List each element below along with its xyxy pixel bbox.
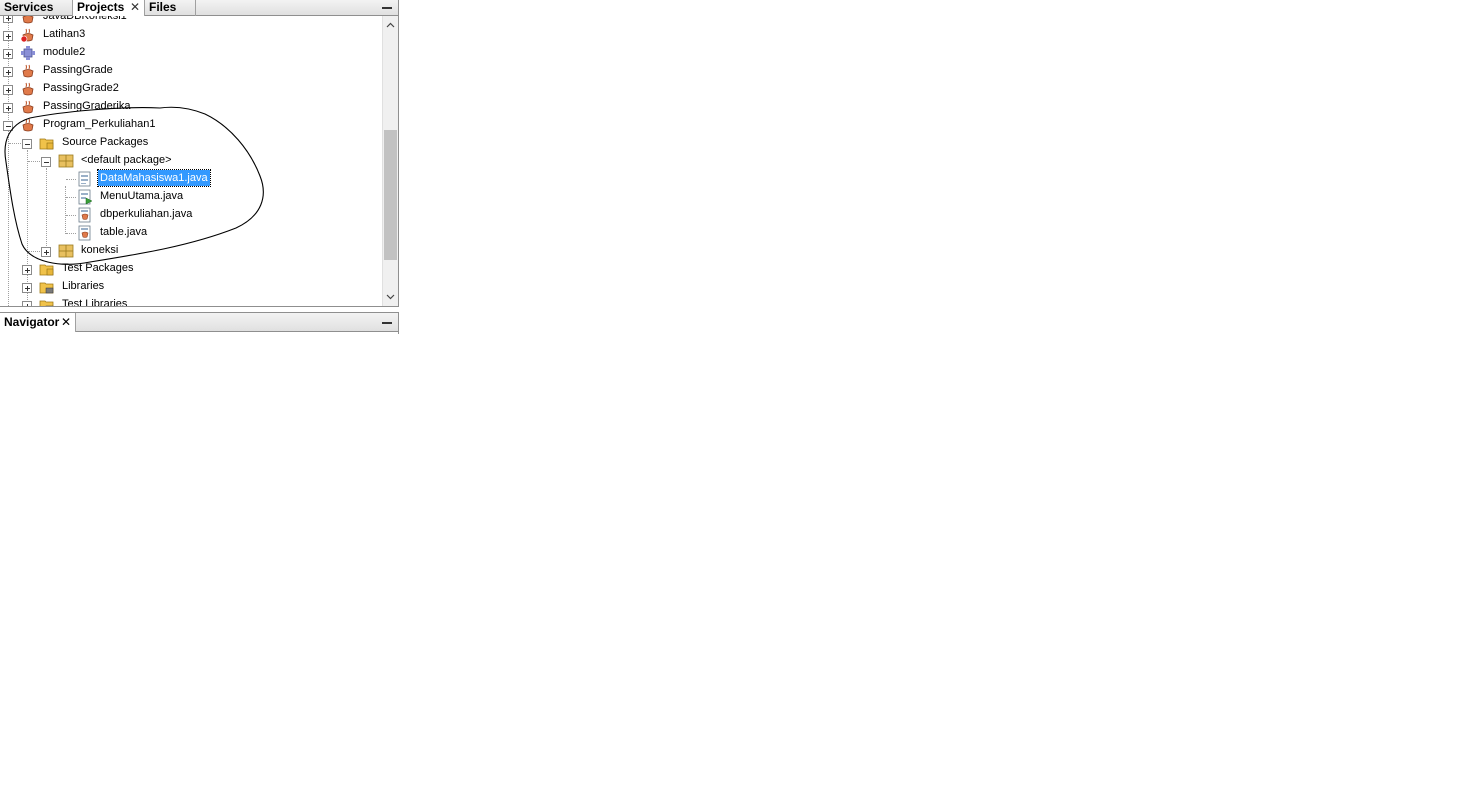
tree-item-label: table.java xyxy=(100,226,148,238)
tree-connector xyxy=(66,179,76,180)
source-folder-icon xyxy=(39,138,54,150)
tree-connector xyxy=(8,16,9,306)
collapse-icon[interactable] xyxy=(22,139,32,149)
tree-item-label: MenuUtama.java xyxy=(100,190,184,202)
package-icon xyxy=(58,244,74,258)
close-icon[interactable]: ✕ xyxy=(130,0,140,15)
scrollbar-thumb[interactable] xyxy=(384,130,397,260)
java-class-icon xyxy=(78,207,91,223)
minimize-icon[interactable] xyxy=(382,318,392,326)
java-form-icon xyxy=(78,171,91,187)
expand-icon[interactable] xyxy=(22,301,32,306)
collapse-icon[interactable] xyxy=(3,121,13,131)
tab-files-label: Files xyxy=(149,0,177,14)
tree-item-label: Libraries xyxy=(62,280,105,292)
java-project-icon xyxy=(22,118,34,132)
minimize-icon[interactable] xyxy=(382,3,392,11)
libraries-icon xyxy=(39,282,54,294)
test-folder-icon xyxy=(39,264,54,276)
expand-icon[interactable] xyxy=(3,67,13,77)
tree-item-label: Test Libraries xyxy=(62,298,128,306)
java-project-icon xyxy=(22,100,34,114)
project-tree: JavaDBKoneksi1 Latihan3 module2 PassingG… xyxy=(0,16,381,306)
tree-item-label: PassingGrade xyxy=(43,64,113,76)
tree-connector xyxy=(65,186,66,234)
module-icon xyxy=(21,46,35,60)
tree-item-label: koneksi xyxy=(81,244,119,256)
tree-item-label: JavaDBKoneksi1 xyxy=(43,16,127,22)
java-project-icon xyxy=(22,82,34,96)
tree-item-label: PassingGrade2 xyxy=(43,82,119,94)
tab-services[interactable]: Services xyxy=(0,0,73,16)
tab-projects-label: Projects xyxy=(77,0,125,14)
expand-icon[interactable] xyxy=(22,283,32,293)
java-project-icon xyxy=(22,16,34,24)
tree-connector xyxy=(66,215,76,216)
expand-icon[interactable] xyxy=(3,85,13,95)
java-class-icon xyxy=(78,225,91,241)
expand-icon[interactable] xyxy=(41,247,51,257)
tree-item-label: DataMahasiswa1.java xyxy=(97,169,211,187)
vertical-scrollbar[interactable] xyxy=(382,16,398,306)
tab-navigator[interactable]: Navigator ✕ xyxy=(0,313,76,332)
expand-icon[interactable] xyxy=(3,49,13,59)
navigator-tab-bar: Navigator ✕ xyxy=(0,312,398,332)
tree-connector xyxy=(66,197,76,198)
tree-connector xyxy=(28,251,42,252)
tree-item-label: Test Packages xyxy=(62,262,134,274)
tree-connector xyxy=(66,233,76,234)
tab-bar: Services Projects ✕ Files xyxy=(0,0,398,16)
java-main-class-icon xyxy=(78,189,93,205)
projects-panel: Services Projects ✕ Files JavaDBKoneksi1 xyxy=(0,0,399,307)
expand-icon[interactable] xyxy=(3,31,13,41)
collapse-icon[interactable] xyxy=(41,157,51,167)
tree-item-label: module2 xyxy=(43,46,86,58)
tree-item-label: Source Packages xyxy=(62,136,149,148)
tree-item-label: Program_Perkuliahan1 xyxy=(43,118,156,130)
tree-connector xyxy=(46,168,47,252)
navigator-panel: Navigator ✕ xyxy=(0,312,399,334)
scroll-down-icon[interactable] xyxy=(386,292,395,301)
java-project-icon xyxy=(22,64,34,78)
expand-icon[interactable] xyxy=(22,265,32,275)
tree-connector xyxy=(9,143,23,144)
expand-icon[interactable] xyxy=(3,103,13,113)
tree-connector xyxy=(28,161,42,162)
tab-services-label: Services xyxy=(4,0,54,14)
tree-item-label: dbperkuliahan.java xyxy=(100,208,193,220)
expand-icon[interactable] xyxy=(3,16,13,23)
tab-files[interactable]: Files xyxy=(145,0,196,16)
tab-navigator-label: Navigator xyxy=(4,315,60,329)
scroll-up-icon[interactable] xyxy=(386,21,395,30)
tree-item-label: <default package> xyxy=(81,154,172,166)
tree-item-label: PassingGraderika xyxy=(43,100,131,112)
libraries-icon xyxy=(39,300,54,306)
java-project-error-icon xyxy=(20,28,34,43)
package-icon xyxy=(58,154,74,168)
tab-projects[interactable]: Projects ✕ xyxy=(73,0,145,16)
tree-item-label: Latihan3 xyxy=(43,28,86,40)
close-icon[interactable]: ✕ xyxy=(61,313,71,331)
